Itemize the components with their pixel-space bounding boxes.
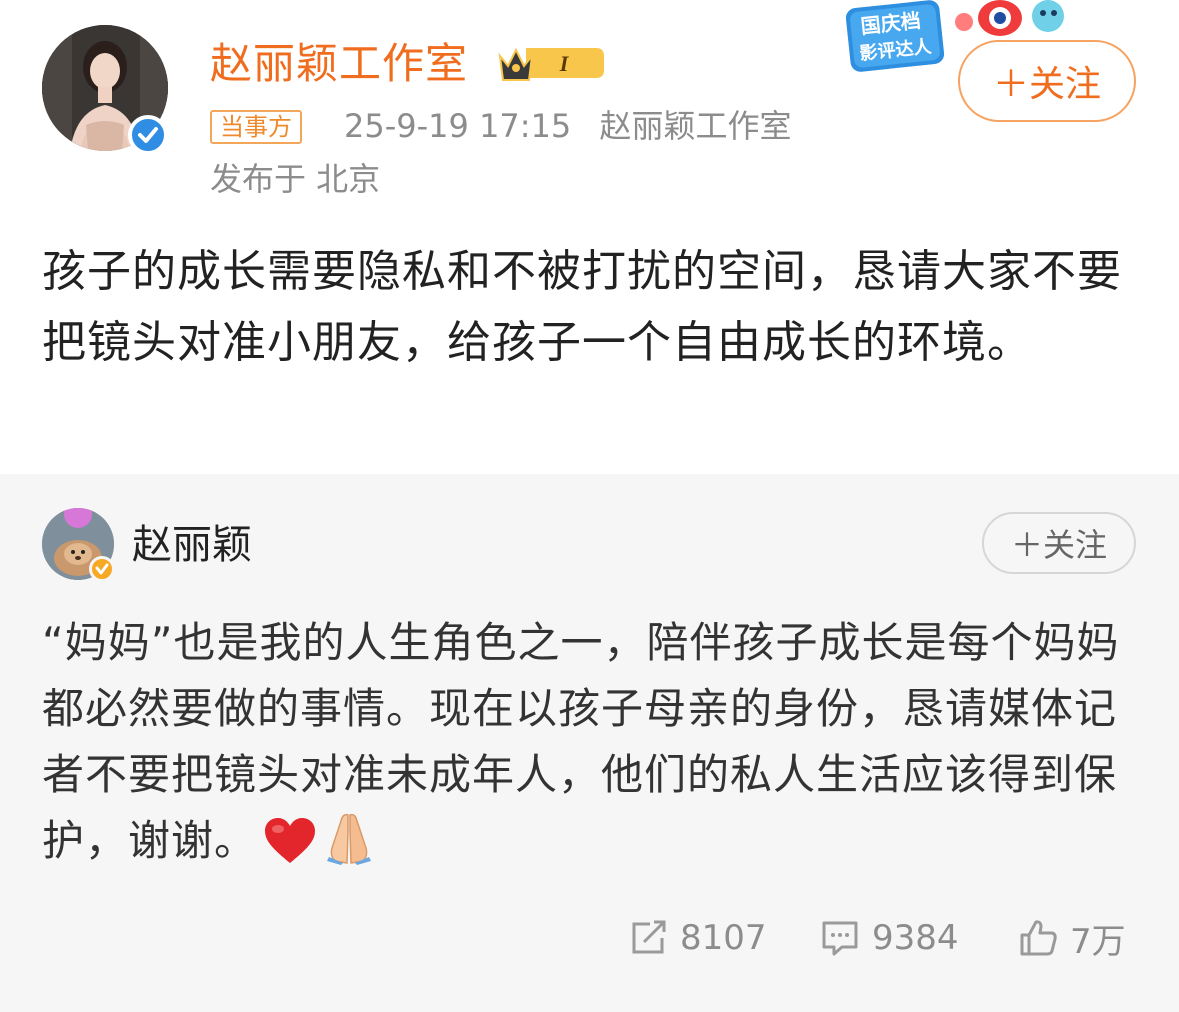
quoted-body: “妈妈”也是我的人生角色之一，陪伴孩子成长是每个妈妈都必然要做的事情。现在以孩子…	[42, 610, 1142, 884]
post-actions-bar: 8107 9384 7万	[630, 912, 1150, 964]
post-source[interactable]: 赵丽颖工作室	[599, 107, 791, 145]
quoted-body-text: “妈妈”也是我的人生角色之一，陪伴孩子成长是每个妈妈都必然要做的事情。现在以孩子…	[42, 618, 1120, 865]
repost-action[interactable]: 8107	[630, 912, 767, 964]
follow-button[interactable]: ＋关注	[958, 40, 1136, 122]
level-badge-text: I	[559, 51, 570, 76]
post-location: 发布于 北京	[210, 160, 381, 198]
author-name[interactable]: 赵丽颖工作室	[210, 38, 468, 90]
quoted-post-card[interactable]: 赵丽颖 ＋关注 “妈妈”也是我的人生角色之一，陪伴孩子成长是每个妈妈都必然要做的…	[0, 474, 1179, 1012]
verified-blue-badge-icon	[128, 115, 168, 155]
folded-hands-icon	[323, 811, 375, 884]
source-tag-badge: 当事方	[210, 110, 302, 144]
thumbs-up-icon	[1020, 920, 1057, 956]
red-heart-icon	[263, 817, 317, 884]
like-action[interactable]: 7万	[1018, 912, 1126, 964]
quoted-author-name[interactable]: 赵丽颖	[132, 520, 252, 570]
quoted-follow-button[interactable]: ＋关注	[982, 512, 1136, 574]
post-timestamp: 25-9-19 17:15	[344, 107, 572, 145]
comment-count: 9384	[872, 918, 959, 958]
like-count: 7万	[1070, 921, 1126, 962]
crown-level-badge-icon: I	[498, 47, 604, 81]
comment-icon	[822, 921, 858, 956]
post-meta: 25-9-19 17:15 赵丽颖工作室	[344, 104, 791, 148]
repost-count: 8107	[680, 918, 767, 958]
weibo-post: 赵丽颖工作室 I 国庆档 影评达人 ＋关注 当事方 25-9-19 17:15 …	[0, 0, 1179, 474]
comment-action[interactable]: 9384	[820, 912, 959, 964]
post-body-text: 孩子的成长需要隐私和不被打扰的空间，恳请大家不要把镜头对准小朋友，给孩子一个自由…	[42, 246, 1122, 368]
repost-icon	[632, 920, 666, 954]
verified-gold-badge-icon	[89, 556, 115, 582]
